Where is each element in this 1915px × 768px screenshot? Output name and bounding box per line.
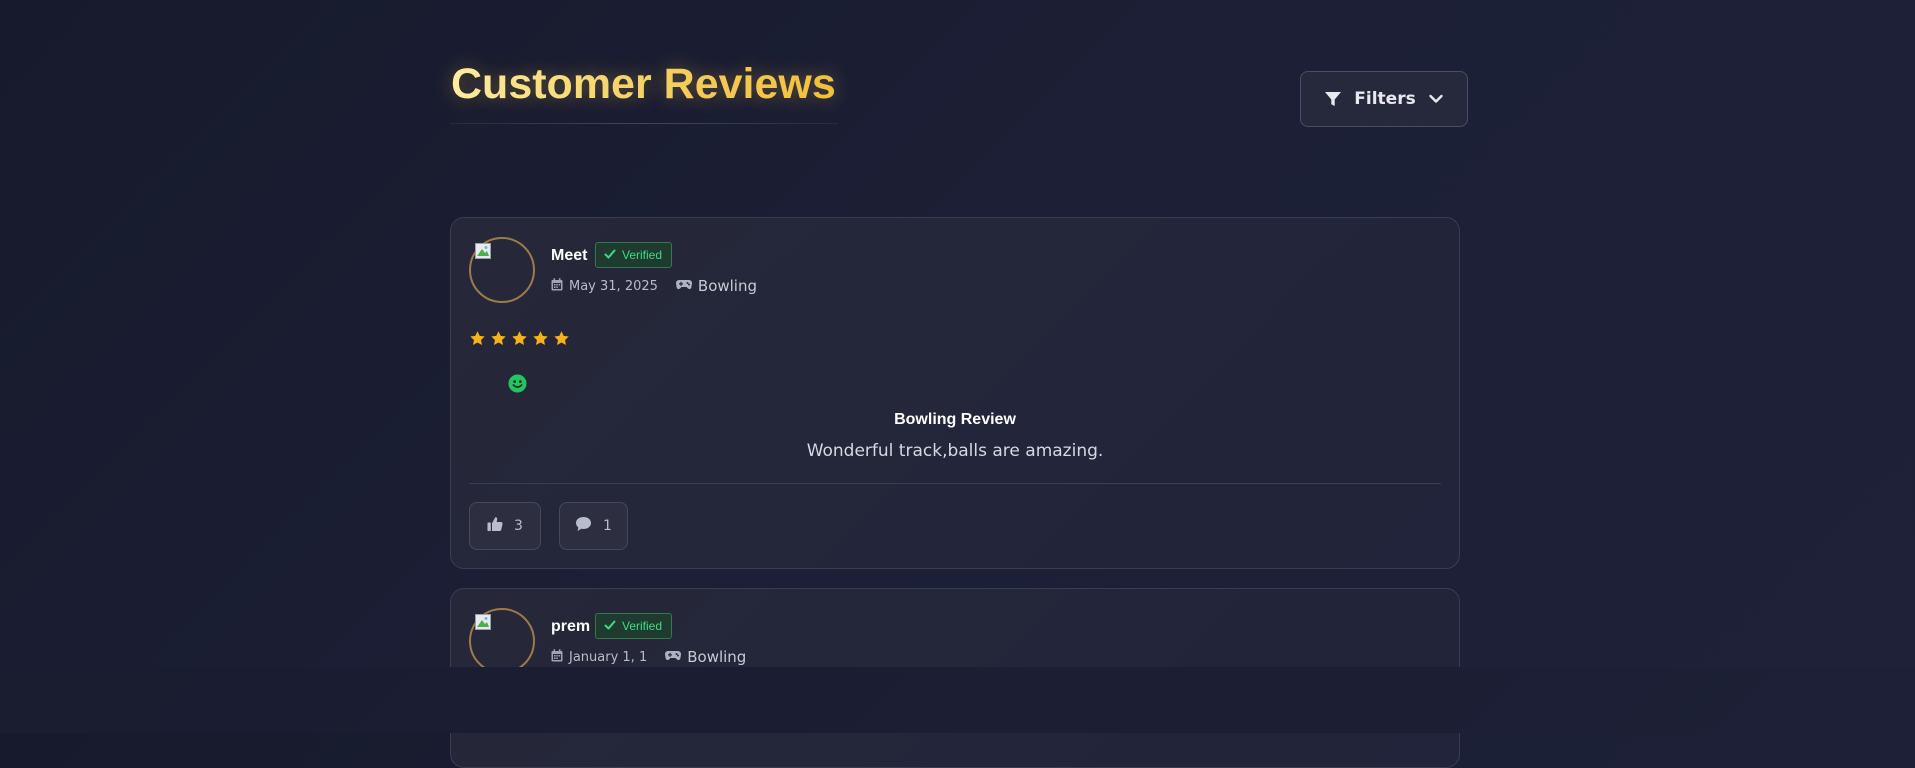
game-controller-icon xyxy=(675,279,692,294)
smile-icon xyxy=(508,374,527,398)
check-icon xyxy=(604,248,616,263)
star-icon xyxy=(511,330,528,352)
comment-button[interactable]: 1 xyxy=(559,502,628,550)
review-title: Bowling Review xyxy=(894,411,1016,428)
reviewer-name: prem xyxy=(551,618,591,635)
filter-icon xyxy=(1324,90,1342,108)
verified-label: Verified xyxy=(622,619,663,633)
broken-image-icon xyxy=(475,243,491,259)
reviews-page: Customer Reviews Filters Meet Verified M… xyxy=(450,0,1470,768)
chevron-down-icon xyxy=(1428,91,1444,107)
check-icon xyxy=(604,619,616,634)
star-icon xyxy=(553,330,570,352)
review-category: Bowling xyxy=(697,277,758,295)
reviewer-name: Meet xyxy=(551,247,588,264)
star-icon xyxy=(469,330,486,352)
like-count: 3 xyxy=(514,518,523,534)
title-underline xyxy=(450,123,838,124)
filters-label: Filters xyxy=(1354,89,1416,109)
review-category: Bowling xyxy=(687,648,747,666)
thumbs-up-icon xyxy=(487,516,503,536)
review-date: January 1, 1 xyxy=(569,649,648,665)
review-card: Meet Verified May 31, 2025 Bowling Bowli… xyxy=(450,217,1460,569)
viewport-bottom-band xyxy=(0,667,1915,733)
comment-icon xyxy=(575,516,592,536)
calendar-icon xyxy=(551,648,563,666)
game-controller-icon xyxy=(665,650,682,665)
verified-label: Verified xyxy=(622,248,663,262)
review-meta: May 31, 2025 Bowling xyxy=(551,277,757,295)
review-text: Wonderful track,balls are amazing. xyxy=(806,441,1104,461)
comment-count: 1 xyxy=(603,518,612,534)
page-title: Customer Reviews xyxy=(451,60,836,108)
review-date: May 31, 2025 xyxy=(569,278,658,294)
avatar xyxy=(469,237,535,303)
review-meta: January 1, 1 Bowling xyxy=(551,648,746,666)
card-divider xyxy=(469,483,1441,484)
broken-image-icon xyxy=(475,614,491,630)
verified-badge: Verified xyxy=(595,242,673,268)
star-icon xyxy=(490,330,507,352)
avatar xyxy=(469,608,535,674)
calendar-icon xyxy=(551,277,563,295)
verified-badge: Verified xyxy=(595,613,673,639)
star-rating xyxy=(469,330,570,352)
filters-button[interactable]: Filters xyxy=(1300,71,1468,127)
star-icon xyxy=(532,330,549,352)
like-button[interactable]: 3 xyxy=(469,502,541,550)
